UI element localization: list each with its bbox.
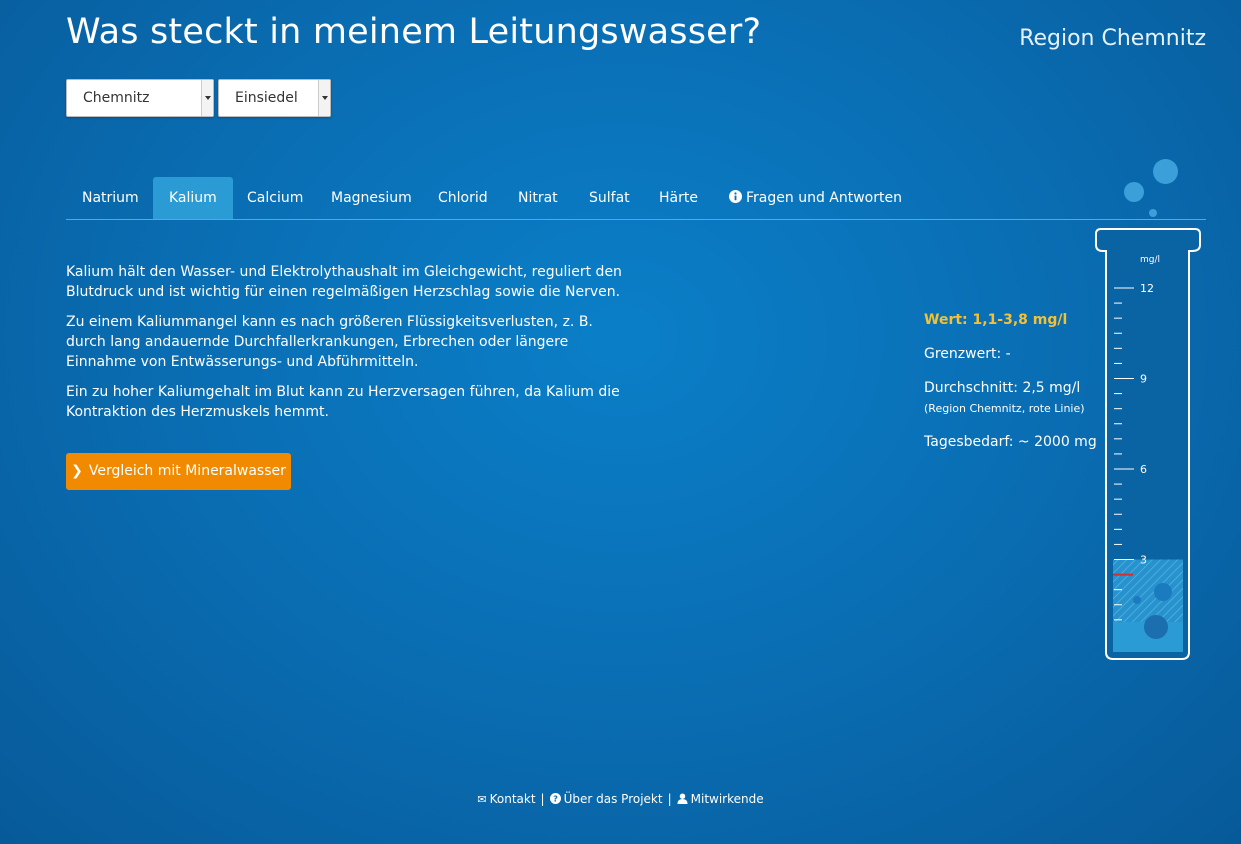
- contact-link-label: Kontakt: [489, 792, 536, 806]
- chevron-right-icon: ❯: [71, 463, 83, 479]
- about-project-label: Über das Projekt: [563, 792, 663, 806]
- tab-haerte[interactable]: Härte: [643, 177, 714, 219]
- page-title: Was steckt in meinem Leitungswasser?: [66, 12, 762, 52]
- about-project-link[interactable]: ? Über das Projekt: [549, 792, 663, 806]
- city-select[interactable]: Chemnitz: [66, 79, 214, 117]
- average-note: (Region Chemnitz, rote Linie): [924, 402, 1085, 415]
- water-bubble: [1154, 583, 1172, 601]
- tick-label: 6: [1140, 463, 1147, 476]
- region-label: Region Chemnitz: [1019, 26, 1206, 51]
- tick-label: 9: [1140, 373, 1147, 386]
- svg-text:?: ?: [553, 794, 558, 804]
- tick-label: 3: [1140, 554, 1147, 567]
- tab-nitrat[interactable]: Nitrat: [502, 177, 574, 219]
- footer: ✉ Kontakt |? Über das Projekt | Mitwirkende: [0, 792, 1241, 806]
- water-bubble: [1133, 596, 1141, 604]
- daily-requirement: Tagesbedarf: ~ 2000 mg: [924, 434, 1097, 450]
- tab-kalium[interactable]: Kalium: [153, 177, 233, 219]
- limit-value: Grenzwert: -: [924, 346, 1011, 362]
- value-range: Wert: 1,1-3,8 mg/l: [924, 312, 1068, 328]
- contact-link[interactable]: ✉ Kontakt: [477, 792, 535, 806]
- compare-button-label: Vergleich mit Mineralwasser: [88, 463, 286, 479]
- footer-separator: |: [667, 792, 672, 806]
- average-value: Durchschnitt: 2,5 mg/l: [924, 380, 1081, 396]
- mineral-tabs: Natrium Kalium Calcium Magnesium Chlorid…: [66, 177, 1206, 220]
- tick-label: 12: [1140, 282, 1154, 295]
- bubble-decoration: [1153, 159, 1178, 184]
- description-paragraph: Zu einem Kaliummangel kann es nach größe…: [66, 314, 593, 370]
- tab-faq[interactable]: Fragen und Antworten: [713, 177, 918, 219]
- tab-sulfat[interactable]: Sulfat: [573, 177, 646, 219]
- tab-calcium[interactable]: Calcium: [231, 177, 319, 219]
- user-icon: [677, 793, 688, 804]
- tube-unit-label: mg/l: [1140, 255, 1160, 265]
- tab-chlorid[interactable]: Chlorid: [422, 177, 504, 219]
- description-paragraph: Kalium hält den Wasser- und Elektrolytha…: [66, 264, 622, 300]
- tab-magnesium[interactable]: Magnesium: [315, 177, 428, 219]
- description-paragraph: Ein zu hoher Kaliumgehalt im Blut kann z…: [66, 384, 620, 420]
- footer-separator: |: [540, 792, 545, 806]
- tab-natrium[interactable]: Natrium: [66, 177, 155, 219]
- description: Kalium hält den Wasser- und Elektrolytha…: [66, 262, 626, 432]
- info-icon: [729, 190, 742, 203]
- district-select-value: Einsiedel: [235, 90, 298, 106]
- question-icon: ?: [549, 793, 561, 804]
- envelope-icon: ✉: [477, 793, 487, 806]
- bubble-decoration: [1149, 209, 1157, 217]
- bubble-decoration: [1124, 182, 1144, 202]
- compare-mineral-water-button[interactable]: ❯ Vergleich mit Mineralwasser: [66, 453, 291, 490]
- water-fill: [1113, 559, 1183, 622]
- water-bubble: [1144, 615, 1168, 639]
- city-select-value: Chemnitz: [83, 90, 150, 106]
- chevron-down-icon: [201, 80, 213, 116]
- contributors-label: Mitwirkende: [690, 792, 764, 806]
- test-tube-gauge: mg/l 12 9 6 3: [1095, 228, 1201, 660]
- chevron-down-icon: [318, 80, 330, 116]
- district-select[interactable]: Einsiedel: [218, 79, 331, 117]
- tab-faq-label: Fragen und Antworten: [746, 190, 902, 206]
- contributors-link[interactable]: Mitwirkende: [677, 792, 764, 806]
